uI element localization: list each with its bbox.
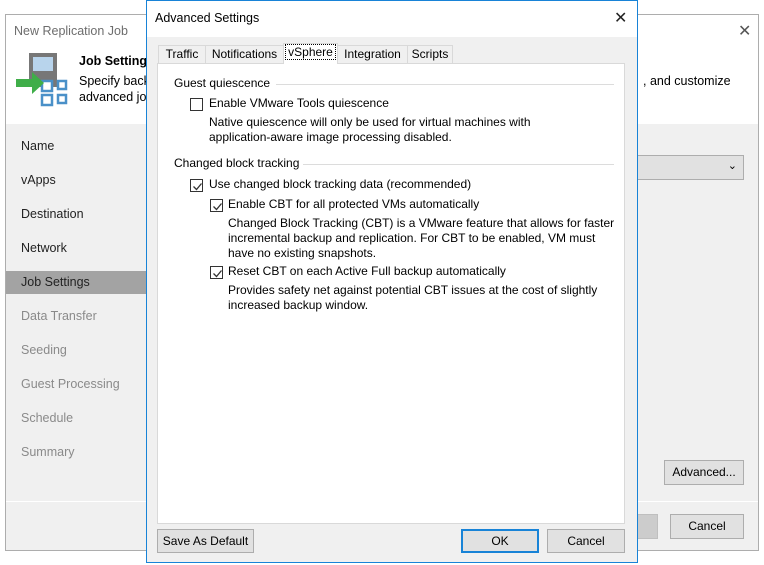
close-icon[interactable]: ✕ — [738, 21, 751, 41]
sidebar-item-schedule: Schedule — [21, 411, 74, 425]
reset-cbt-desc-line2: increased backup window. — [228, 298, 369, 312]
tab-traffic[interactable]: Traffic — [158, 45, 206, 64]
checkmark-icon — [213, 203, 222, 211]
dialog-cancel-button[interactable]: Cancel — [547, 529, 625, 553]
checkmark-icon — [193, 183, 202, 191]
dialog-close-icon[interactable]: ✕ — [614, 8, 627, 28]
sidebar-item-data-transfer: Data Transfer — [21, 309, 97, 323]
checkmark-icon — [213, 270, 222, 278]
vmware-tools-quiescence-label[interactable]: Enable VMware Tools quiescence — [209, 96, 389, 112]
header-desc-right: , and customize — [643, 74, 731, 88]
tab-notifications[interactable]: Notifications — [205, 45, 284, 64]
group-divider — [303, 164, 614, 165]
advanced-settings-dialog: Advanced Settings ✕ Traffic Notification… — [146, 0, 638, 563]
sidebar-item-guest-processing: Guest Processing — [21, 377, 120, 391]
enable-cbt-desc-line2: incremental backup and replication. For … — [228, 231, 596, 245]
sidebar-item-vapps[interactable]: vApps — [21, 173, 56, 187]
sidebar-item-destination[interactable]: Destination — [21, 207, 84, 221]
sidebar-item-name[interactable]: Name — [21, 139, 54, 153]
vsphere-tab-panel: Guest quiescence Enable VMware Tools qui… — [157, 63, 625, 524]
advanced-button[interactable]: Advanced... — [664, 460, 744, 485]
guest-quiescence-heading: Guest quiescence — [174, 76, 271, 90]
reset-cbt-desc-line1: Provides safety net against potential CB… — [228, 283, 598, 297]
replication-job-icon — [16, 53, 68, 107]
tab-vsphere[interactable]: vSphere — [283, 43, 338, 64]
use-cbt-label[interactable]: Use changed block tracking data (recomme… — [209, 177, 471, 193]
quiescence-desc-line2: application-aware image processing disab… — [209, 130, 452, 144]
header-title: Job Settings — [79, 54, 155, 68]
enable-cbt-desc-line3: have no existing snapshots. — [228, 246, 377, 260]
sidebar-item-seeding: Seeding — [21, 343, 67, 357]
sidebar-item-summary: Summary — [21, 445, 75, 459]
dialog-title: Advanced Settings — [155, 11, 260, 25]
chevron-down-icon: ⌄ — [727, 160, 737, 172]
group-divider — [276, 84, 614, 85]
sidebar-item-network[interactable]: Network — [21, 241, 67, 255]
tab-vsphere-label: vSphere — [285, 44, 336, 60]
dialog-title-bar: Advanced Settings ✕ — [147, 1, 637, 37]
tab-scripts[interactable]: Scripts — [407, 45, 453, 64]
header-desc-line2: advanced job — [79, 90, 154, 104]
vmware-tools-quiescence-checkbox[interactable] — [190, 98, 203, 111]
save-as-default-button[interactable]: Save As Default — [157, 529, 254, 553]
enable-cbt-checkbox[interactable] — [210, 199, 223, 212]
window-title: New Replication Job — [14, 24, 128, 38]
dropdown-select[interactable]: ⌄ — [630, 155, 744, 180]
quiescence-desc-line1: Native quiescence will only be used for … — [209, 115, 531, 129]
reset-cbt-label[interactable]: Reset CBT on each Active Full backup aut… — [228, 264, 506, 280]
sidebar-item-job-settings[interactable]: Job Settings — [21, 275, 90, 289]
tab-integration[interactable]: Integration — [337, 45, 408, 64]
use-cbt-checkbox[interactable] — [190, 179, 203, 192]
enable-cbt-desc-line1: Changed Block Tracking (CBT) is a VMware… — [228, 216, 615, 230]
cancel-button[interactable]: Cancel — [670, 514, 744, 539]
reset-cbt-checkbox[interactable] — [210, 266, 223, 279]
enable-cbt-label[interactable]: Enable CBT for all protected VMs automat… — [228, 197, 479, 213]
cbt-heading: Changed block tracking — [174, 156, 300, 170]
ok-button[interactable]: OK — [461, 529, 539, 553]
header-desc-line1: Specify back — [79, 74, 150, 88]
